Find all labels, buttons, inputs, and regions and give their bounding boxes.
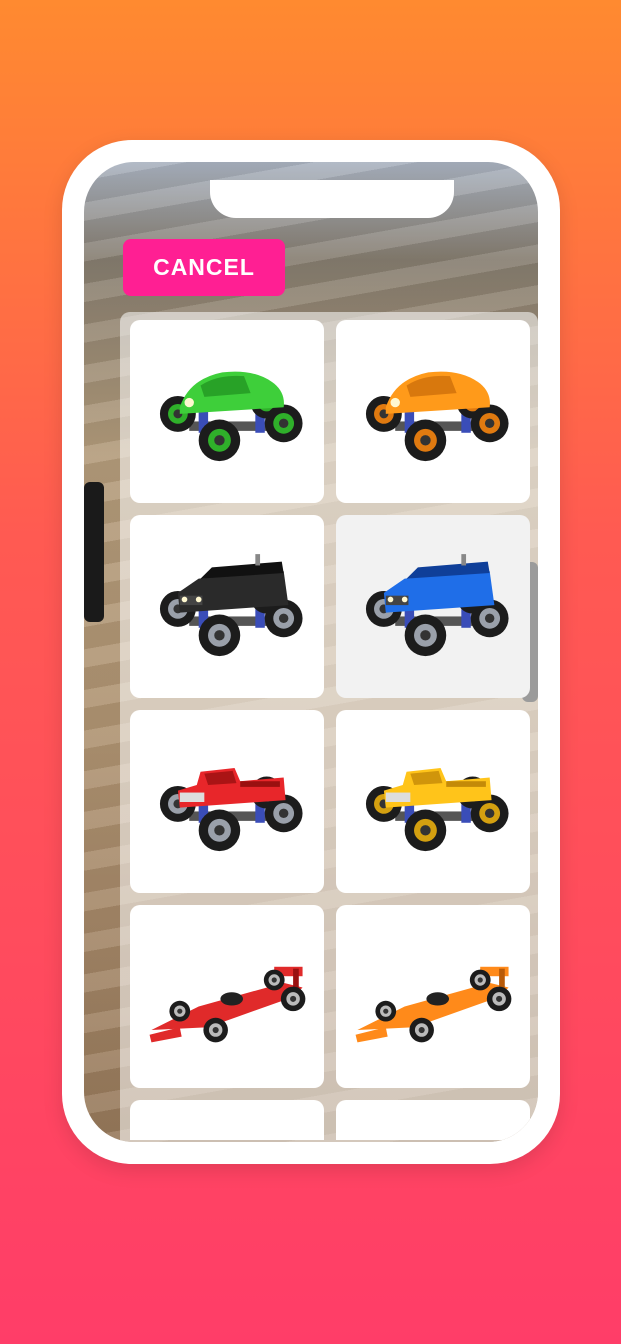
- red-f1-car-icon: [142, 937, 312, 1057]
- vehicle-tile[interactable]: [130, 905, 324, 1088]
- vehicle-tile[interactable]: [336, 1100, 530, 1140]
- vehicle-tile[interactable]: [130, 1100, 324, 1140]
- cancel-button[interactable]: CANCEL: [123, 239, 285, 296]
- black-monster-suv-icon: [142, 547, 312, 667]
- red-monster-pickup-icon: [142, 742, 312, 862]
- green-monster-beetle-icon: [142, 352, 312, 472]
- background-tire: [84, 482, 104, 622]
- vehicle-tile[interactable]: [130, 320, 324, 503]
- yellow-monster-pickup-icon: [348, 742, 518, 862]
- vehicle-selection-panel[interactable]: [120, 312, 538, 1142]
- phone-frame: CANCEL: [62, 140, 560, 1164]
- orange-f1-car-icon: [348, 937, 518, 1057]
- vehicle-tile[interactable]: [336, 515, 530, 698]
- vehicle-grid: [130, 320, 530, 1140]
- vehicle-tile[interactable]: [336, 905, 530, 1088]
- game-screen: CANCEL: [84, 162, 538, 1142]
- vehicle-tile[interactable]: [336, 710, 530, 893]
- vehicle-tile[interactable]: [130, 515, 324, 698]
- phone-notch: [210, 180, 454, 218]
- vehicle-tile[interactable]: [336, 320, 530, 503]
- vehicle-tile[interactable]: [130, 710, 324, 893]
- blue-monster-suv-icon: [348, 547, 518, 667]
- orange-monster-beetle-icon: [348, 352, 518, 472]
